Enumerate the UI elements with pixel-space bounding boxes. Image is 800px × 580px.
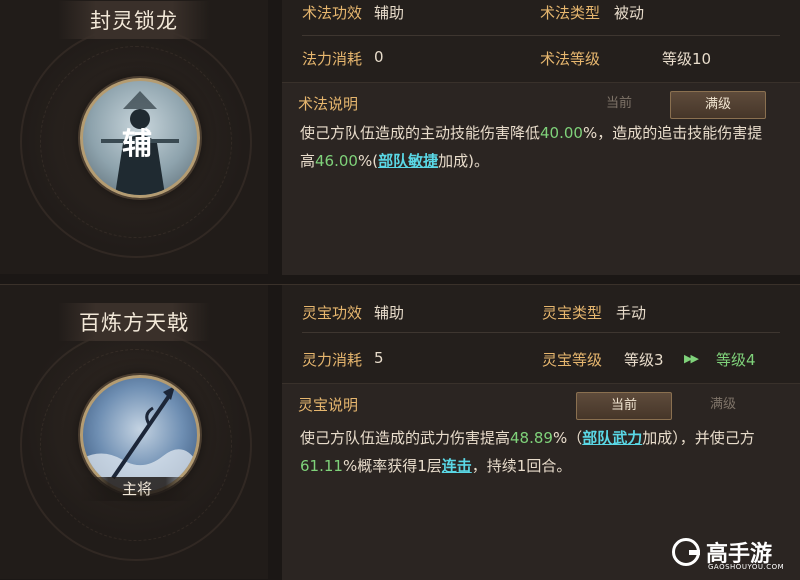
treasure-level-current: 等级3 xyxy=(624,351,664,369)
treasure-cost-label: 灵力消耗 xyxy=(302,351,363,369)
desc-segment: %概率获得1层 xyxy=(342,457,442,475)
tab-max-level[interactable]: 满级 xyxy=(670,91,766,119)
treasure-cost-value: 5 xyxy=(374,349,384,367)
treasure-row-cost: 灵力消耗 5 灵宝等级 等级3 ▶▶ 等级4 xyxy=(302,335,780,379)
treasure-portrait-column: 百炼方天戟 主将 xyxy=(0,285,268,579)
skill-effect-value: 辅助 xyxy=(374,4,405,22)
skill-effect-label: 术法功效 xyxy=(302,4,363,22)
watermark: 高手游 GAOSHOUYOU.COM xyxy=(672,534,792,574)
skill-description-text: 使己方队伍造成的主动技能伤害降低40.00%，造成的追击技能伤害提 高46.00… xyxy=(300,119,780,175)
tab-max-level[interactable]: 满级 xyxy=(676,392,770,418)
desc-segment: ，持续1回合。 xyxy=(471,457,572,475)
treasure-type-value: 手动 xyxy=(616,304,647,322)
tab-current[interactable]: 当前 xyxy=(576,392,672,420)
desc-segment: %（ xyxy=(552,429,583,447)
skill-title: 封灵锁龙 xyxy=(58,1,210,39)
desc-value: 40.00 xyxy=(540,124,583,142)
skill-row-cost: 法力消耗 0 术法等级 等级10 xyxy=(302,36,780,80)
halberd-icon xyxy=(83,386,197,492)
skill-panel: 封灵锁龙 辅 术法功效 辅助 术法类型 被动 法力消耗 0 术法等级 等级10 xyxy=(0,0,800,275)
skill-details: 术法功效 辅助 术法类型 被动 法力消耗 0 术法等级 等级10 术法说明 当前… xyxy=(282,0,800,275)
skill-type-label: 术法类型 xyxy=(540,4,601,22)
double-chevron-right-icon: ▶▶ xyxy=(684,352,699,365)
treasure-level-label: 灵宝等级 xyxy=(542,351,603,369)
treasure-effect-value: 辅助 xyxy=(374,304,405,322)
treasure-row-effect: 灵宝功效 辅助 灵宝类型 手动 xyxy=(302,289,780,333)
column-divider xyxy=(268,285,282,579)
brand-logo-icon xyxy=(672,538,700,566)
skill-type-glyph: 辅 xyxy=(122,127,152,162)
attribute-link-force[interactable]: 部队武力 xyxy=(582,429,642,447)
skill-description-box: 术法说明 当前 满级 使己方队伍造成的主动技能伤害降低40.00%，造成的追击技… xyxy=(282,82,800,275)
treasure-effect-label: 灵宝功效 xyxy=(302,304,363,322)
desc-value: 48.89 xyxy=(510,429,553,447)
treasure-title: 百炼方天戟 xyxy=(58,303,210,341)
skill-type-value: 被动 xyxy=(614,4,645,22)
skill-cost-label: 法力消耗 xyxy=(302,50,363,68)
treasure-description-title: 灵宝说明 xyxy=(298,396,359,414)
role-badge: 主将 xyxy=(80,477,194,501)
desc-segment: %，造成的追击技能伤害提 xyxy=(582,124,763,142)
skill-portrait[interactable]: 辅 xyxy=(80,78,200,198)
desc-segment: 使己方队伍造成的主动技能伤害降低 xyxy=(300,124,541,142)
desc-value: 61.11 xyxy=(300,457,343,475)
watermark-url: GAOSHOUYOU.COM xyxy=(708,563,785,571)
skill-description-title: 术法说明 xyxy=(298,95,359,113)
desc-segment: %( xyxy=(357,152,379,170)
desc-segment: 加成)。 xyxy=(438,152,489,170)
skill-row-effect: 术法功效 辅助 术法类型 被动 xyxy=(302,0,780,36)
desc-segment: 加成），并使己方 xyxy=(642,429,755,447)
tab-current[interactable]: 当前 xyxy=(572,91,666,117)
skill-portrait-column: 封灵锁龙 辅 xyxy=(0,0,268,274)
row-divider xyxy=(302,332,780,333)
attribute-link-agility[interactable]: 部队敏捷 xyxy=(378,152,438,170)
treasure-type-label: 灵宝类型 xyxy=(542,304,603,322)
skill-cost-value: 0 xyxy=(374,48,384,66)
column-divider xyxy=(268,0,282,274)
skill-level-label: 术法等级 xyxy=(540,50,601,68)
treasure-level-next: 等级4 xyxy=(716,351,756,369)
skill-level-value: 等级10 xyxy=(662,50,712,68)
treasure-description-text: 使己方队伍造成的武力伤害提高48.89%（部队武力加成），并使己方 61.11%… xyxy=(300,424,780,480)
desc-value: 46.00 xyxy=(315,152,358,170)
desc-segment: 使己方队伍造成的武力伤害提高 xyxy=(300,429,511,447)
status-link-combo[interactable]: 连击 xyxy=(442,457,472,475)
desc-segment: 高 xyxy=(300,152,316,170)
